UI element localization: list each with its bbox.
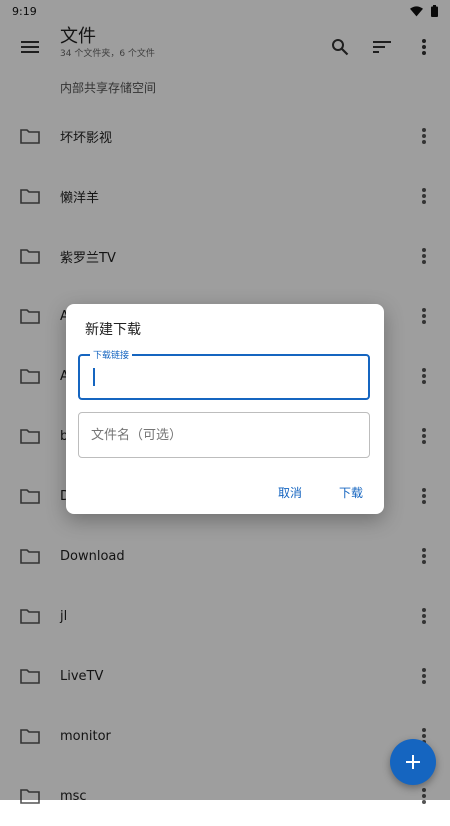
add-fab-button[interactable] — [390, 739, 436, 785]
filename-field[interactable] — [78, 412, 370, 458]
new-download-dialog: 新建下载 下载链接 取消 下载 — [66, 304, 384, 514]
download-button[interactable]: 下载 — [339, 484, 363, 501]
download-url-input[interactable] — [80, 356, 368, 398]
download-url-field[interactable]: 下载链接 — [78, 348, 370, 400]
plus-icon — [406, 755, 420, 769]
cancel-button[interactable]: 取消 — [278, 484, 302, 501]
dialog-title: 新建下载 — [85, 322, 141, 338]
filename-input[interactable] — [79, 413, 369, 457]
text-cursor — [93, 368, 95, 386]
